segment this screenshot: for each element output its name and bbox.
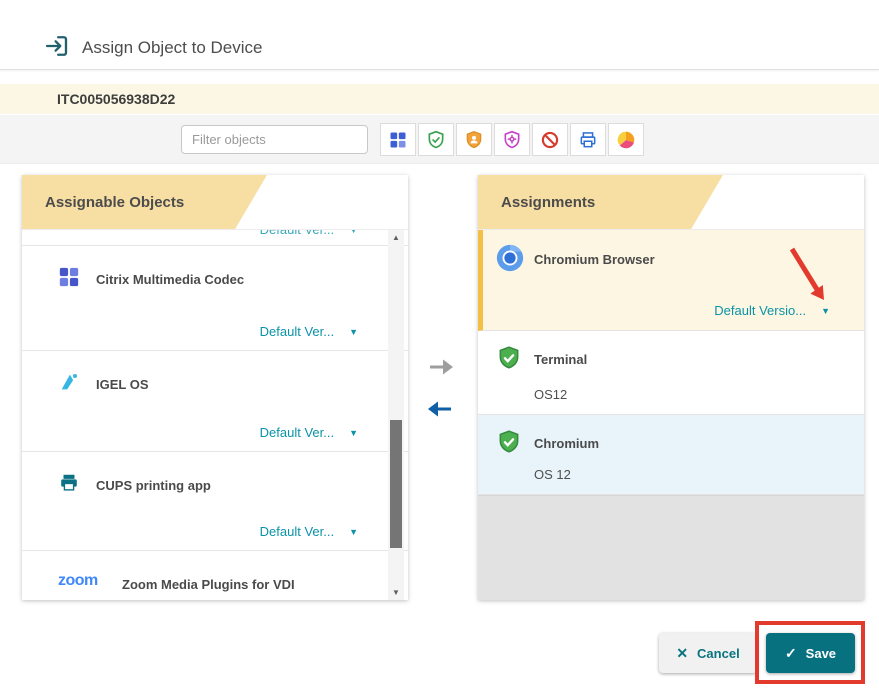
scroll-down-icon[interactable]: ▼ bbox=[388, 585, 404, 600]
assignable-objects-list: Default Ver... ▼ Citrix Multimedia Codec… bbox=[22, 230, 408, 600]
profiles-filter-button[interactable] bbox=[418, 123, 454, 156]
object-name: CUPS printing app bbox=[96, 478, 211, 493]
list-item-citrix-multimedia-codec[interactable]: Citrix Multimedia Codec Default Ver... ▼ bbox=[22, 246, 408, 351]
assignment-item-chromium-browser[interactable]: Chromium Browser Default Versio... ▼ bbox=[478, 230, 864, 331]
version-label: Default Ver... bbox=[260, 324, 334, 339]
chromium-browser-icon bbox=[495, 243, 525, 273]
object-filter-toolbar bbox=[0, 115, 879, 164]
profile-shield-icon bbox=[496, 429, 522, 455]
excluded-objects-filter-button[interactable] bbox=[532, 123, 568, 156]
assign-object-icon bbox=[43, 32, 71, 60]
version-dropdown[interactable]: Default Versio... ▼ bbox=[714, 303, 830, 318]
assign-object-dialog: Assign Object to Device ITC005056938D22 bbox=[0, 0, 879, 690]
dialog-header: Assign Object to Device bbox=[0, 0, 879, 70]
assignment-os-label: OS 12 bbox=[534, 467, 571, 482]
version-label: Default Ver... bbox=[260, 524, 334, 539]
version-dropdown[interactable]: Default Ver... ▼ bbox=[260, 324, 358, 339]
custom-apps-filter-button[interactable] bbox=[608, 123, 644, 156]
assignable-objects-title: Assignable Objects bbox=[45, 194, 184, 211]
assignment-os-label: OS12 bbox=[534, 387, 567, 402]
device-id: ITC005056938D22 bbox=[57, 84, 175, 114]
printers-filter-button[interactable] bbox=[570, 123, 606, 156]
version-label: Default Versio... bbox=[714, 303, 806, 318]
apps-filter-button[interactable] bbox=[380, 123, 416, 156]
list-item-igel-os[interactable]: IGEL OS Default Ver... ▼ bbox=[22, 351, 408, 452]
assignment-name: Chromium bbox=[534, 436, 599, 451]
save-button[interactable]: ✓ Save bbox=[766, 633, 855, 673]
assignments-empty-area bbox=[478, 495, 864, 600]
chevron-down-icon: ▼ bbox=[349, 327, 358, 337]
assignment-name: Chromium Browser bbox=[534, 252, 655, 267]
assignments-panel: Assignments Chromium Browser Default Ver… bbox=[478, 175, 864, 600]
excluded-objects-icon bbox=[540, 130, 560, 150]
assignment-name: Terminal bbox=[534, 352, 587, 367]
cups-printer-icon bbox=[58, 472, 80, 494]
save-check-icon: ✓ bbox=[785, 645, 797, 662]
scrollbar-thumb[interactable] bbox=[390, 420, 402, 548]
assign-arrow-button[interactable] bbox=[428, 356, 455, 378]
master-profiles-filter-button[interactable] bbox=[456, 123, 492, 156]
filter-objects-input[interactable] bbox=[181, 125, 368, 154]
version-dropdown[interactable]: Default Ver... ▼ bbox=[260, 524, 358, 539]
device-bar: ITC005056938D22 bbox=[0, 84, 879, 114]
profile-shield-icon bbox=[496, 345, 522, 371]
list-item-zoom-media-plugins[interactable]: zoom Zoom Media Plugins for VDI bbox=[22, 551, 408, 600]
cancel-button[interactable]: ✕ Cancel bbox=[659, 633, 757, 673]
zoom-wordmark-icon: zoom bbox=[58, 572, 98, 590]
scroll-up-icon[interactable]: ▲ bbox=[388, 230, 404, 245]
assignments-list: Chromium Browser Default Versio... ▼ Ter… bbox=[478, 230, 864, 600]
cancel-label: Cancel bbox=[697, 646, 740, 661]
save-label: Save bbox=[806, 646, 836, 661]
template-profile-shield-icon bbox=[502, 130, 522, 150]
chevron-down-icon: ▼ bbox=[821, 306, 830, 316]
object-type-filters bbox=[380, 123, 644, 156]
chevron-down-icon: ▼ bbox=[349, 428, 358, 438]
template-profiles-filter-button[interactable] bbox=[494, 123, 530, 156]
version-dropdown[interactable]: Default Ver... ▼ bbox=[260, 230, 358, 237]
dialog-title: Assign Object to Device bbox=[82, 38, 262, 58]
version-dropdown[interactable]: Default Ver... ▼ bbox=[260, 425, 358, 440]
object-name: IGEL OS bbox=[96, 377, 149, 392]
profile-shield-orange-icon bbox=[464, 130, 484, 150]
list-item-cups-printing-app[interactable]: CUPS printing app Default Ver... ▼ bbox=[22, 452, 408, 551]
assignment-item-terminal[interactable]: Terminal OS12 bbox=[478, 331, 864, 415]
assignable-objects-header: Assignable Objects bbox=[22, 175, 408, 230]
cancel-x-icon: ✕ bbox=[676, 645, 688, 662]
assignable-objects-panel: Assignable Objects Default Ver... ▼ Citr… bbox=[22, 175, 408, 600]
object-name: Citrix Multimedia Codec bbox=[96, 272, 244, 287]
chevron-down-icon: ▼ bbox=[349, 230, 358, 235]
version-label: Default Ver... bbox=[260, 425, 334, 440]
list-item-partial[interactable]: Default Ver... ▼ bbox=[22, 230, 408, 246]
chevron-down-icon: ▼ bbox=[349, 527, 358, 537]
apps-grid-icon bbox=[388, 130, 408, 150]
assignments-header: Assignments bbox=[478, 175, 864, 230]
profile-shield-green-icon bbox=[426, 130, 446, 150]
printer-objects-icon bbox=[578, 130, 598, 150]
unassign-arrow-button[interactable] bbox=[426, 398, 453, 420]
version-label: Default Ver... bbox=[260, 230, 334, 237]
vertical-scrollbar[interactable]: ▲ ▼ bbox=[388, 230, 404, 600]
assignments-title: Assignments bbox=[501, 194, 595, 211]
assignment-item-chromium[interactable]: Chromium OS 12 bbox=[478, 415, 864, 495]
igel-os-icon bbox=[58, 371, 80, 393]
citrix-codec-icon bbox=[58, 266, 80, 288]
custom-apps-wheel-icon bbox=[616, 130, 636, 150]
object-name: Zoom Media Plugins for VDI bbox=[122, 577, 295, 592]
